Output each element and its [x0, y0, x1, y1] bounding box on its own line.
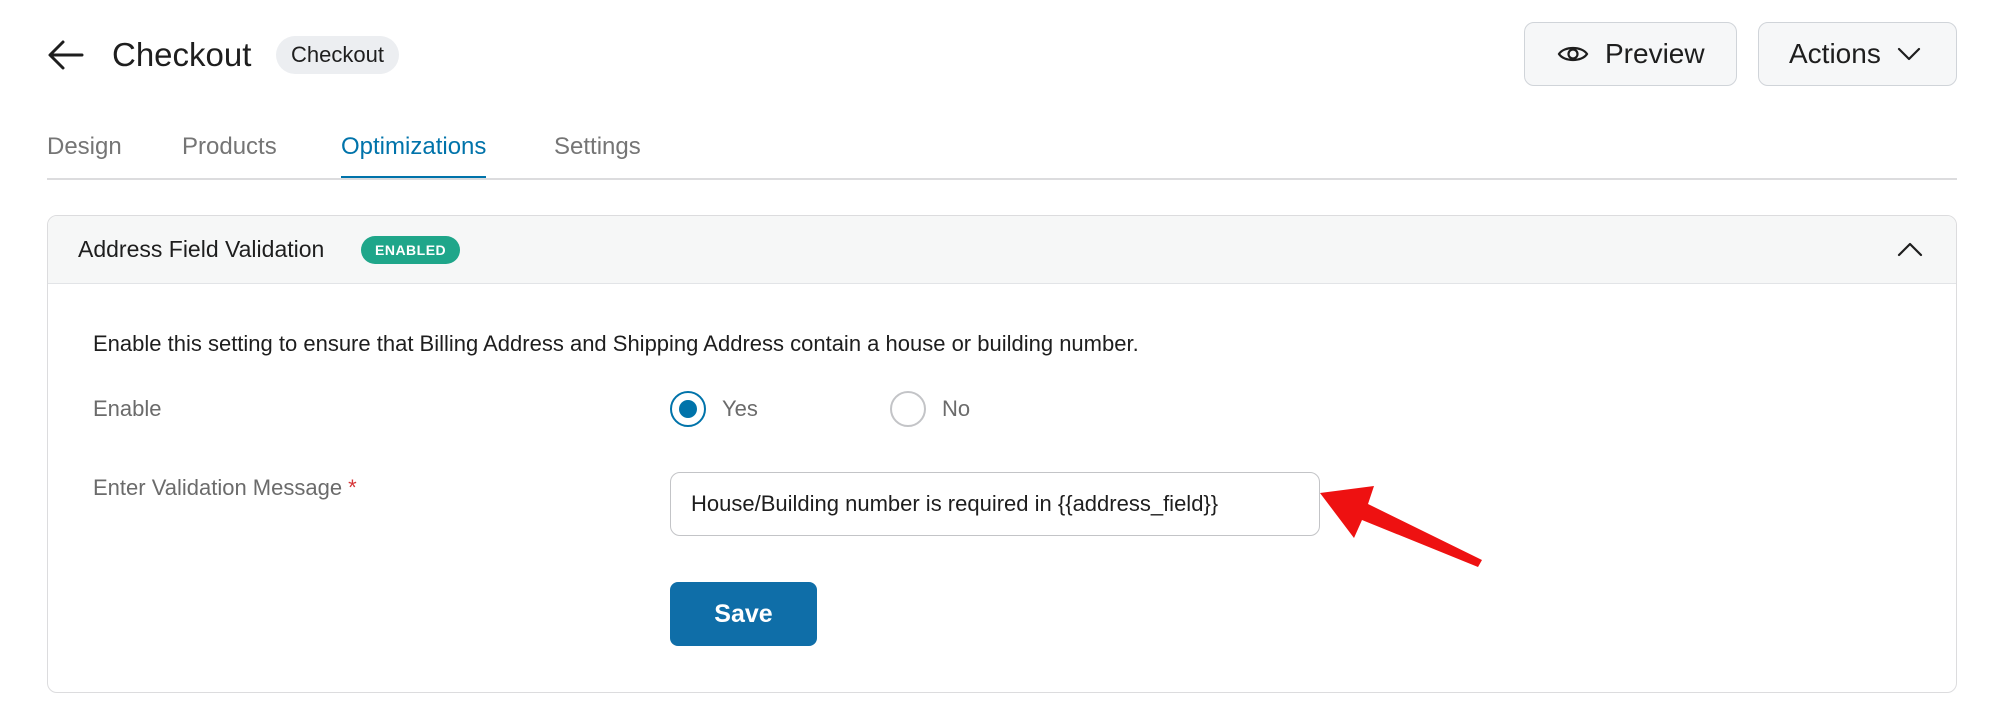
radio-no[interactable]: No [890, 391, 970, 427]
radio-yes[interactable]: Yes [670, 391, 758, 427]
validation-message-label-text: Enter Validation Message [93, 475, 343, 500]
tab-design[interactable]: Design [47, 130, 122, 164]
tabs-divider [47, 178, 1957, 180]
tab-products[interactable]: Products [182, 130, 277, 164]
chevron-down-icon [1897, 47, 1920, 61]
validation-message-input[interactable] [670, 472, 1320, 536]
validation-message-label: Enter Validation Message * [93, 473, 357, 503]
radio-no-label: No [942, 396, 971, 421]
back-arrow-icon[interactable] [44, 33, 88, 77]
actions-label: Actions [1789, 38, 1881, 69]
save-button[interactable]: Save [670, 582, 817, 646]
panel-title: Address Field Validation [78, 236, 325, 262]
tab-optimizations[interactable]: Optimizations [341, 130, 487, 179]
page-title: Checkout [112, 36, 252, 73]
required-asterisk: * [348, 475, 357, 500]
tab-settings[interactable]: Settings [554, 130, 641, 164]
panel-header[interactable]: Address Field Validation ENABLED [48, 216, 1956, 284]
address-validation-panel: Address Field Validation ENABLED Enable … [47, 215, 1957, 693]
preview-button[interactable]: Preview [1524, 22, 1737, 86]
setting-description: Enable this setting to ensure that Billi… [93, 331, 1139, 356]
eye-icon [1557, 46, 1589, 62]
page-type-badge: Checkout [276, 36, 399, 74]
preview-label: Preview [1605, 38, 1705, 69]
actions-button[interactable]: Actions [1758, 22, 1957, 86]
status-badge: ENABLED [361, 236, 461, 264]
radio-no-control[interactable] [890, 391, 926, 427]
radio-yes-label: Yes [722, 396, 758, 421]
enable-label: Enable [93, 396, 162, 421]
chevron-up-icon[interactable] [1894, 234, 1926, 266]
red-arrow-annotation [1320, 486, 1482, 567]
radio-yes-control[interactable] [670, 391, 706, 427]
